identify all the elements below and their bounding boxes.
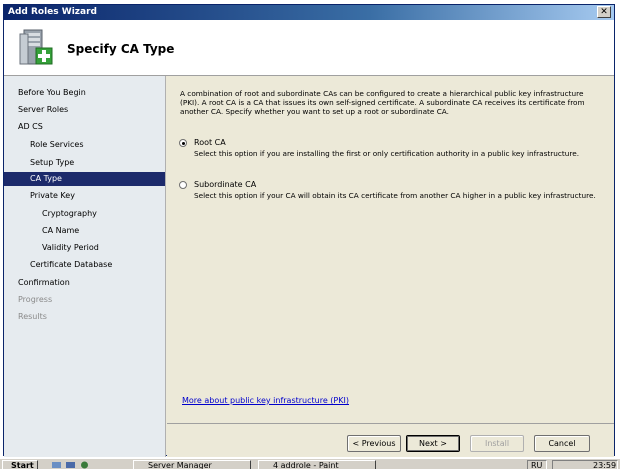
- nav-item-ad-cs[interactable]: AD CS: [18, 120, 43, 134]
- pki-help-link[interactable]: More about public key infrastructure (PK…: [182, 396, 349, 405]
- title-bar[interactable]: Add Roles Wizard ✕: [4, 5, 614, 20]
- nav-item-role-services[interactable]: Role Services: [30, 138, 84, 152]
- start-button[interactable]: Start: [2, 460, 38, 469]
- wizard-header: Specify CA Type: [4, 20, 614, 76]
- server-install-icon: [19, 29, 53, 65]
- taskbar-item-paint[interactable]: 4 addrole - Paint: [258, 460, 376, 469]
- window-title: Add Roles Wizard: [8, 7, 97, 17]
- cancel-button[interactable]: Cancel: [534, 435, 590, 452]
- system-clock: 23:59: [552, 460, 618, 469]
- nav-item-server-roles[interactable]: Server Roles: [18, 103, 68, 117]
- taskbar: Start Server Manager 4 addrole - Paint R…: [0, 458, 620, 469]
- page-title: Specify CA Type: [67, 42, 175, 56]
- taskbar-item-server-manager[interactable]: Server Manager: [133, 460, 251, 469]
- nav-item-setup-type[interactable]: Setup Type: [30, 156, 74, 170]
- nav-item-validity-period[interactable]: Validity Period: [42, 241, 99, 255]
- explorer-icon[interactable]: [66, 461, 75, 469]
- root-ca-label[interactable]: Root CA: [194, 138, 226, 147]
- main-content: A combination of root and subordinate CA…: [167, 76, 614, 423]
- root-ca-radio[interactable]: [179, 139, 187, 147]
- nav-item-before-you-begin[interactable]: Before You Begin: [18, 86, 86, 100]
- nav-item-confirmation[interactable]: Confirmation: [18, 276, 70, 290]
- nav-item-progress: Progress: [18, 295, 53, 304]
- nav-item-private-key[interactable]: Private Key: [30, 189, 75, 203]
- previous-button[interactable]: < Previous: [347, 435, 401, 452]
- show-desktop-icon[interactable]: [52, 461, 61, 469]
- wizard-footer: < Previous Next > Install Cancel: [167, 423, 614, 457]
- ca-type-description: A combination of root and subordinate CA…: [180, 89, 585, 116]
- nav-item-results: Results: [18, 312, 47, 321]
- subordinate-ca-description: Select this option if your CA will obtai…: [194, 191, 596, 200]
- nav-item-ca-type[interactable]: CA Type: [4, 172, 165, 186]
- wizard-nav: Before You Begin Server Roles AD CS Role…: [4, 76, 166, 457]
- root-ca-description: Select this option if you are installing…: [194, 149, 580, 158]
- install-button: Install: [470, 435, 524, 452]
- subordinate-ca-label[interactable]: Subordinate CA: [194, 180, 256, 189]
- subordinate-ca-radio[interactable]: [179, 181, 187, 189]
- add-roles-wizard-window: Add Roles Wizard ✕ Specify CA Type Befor…: [3, 4, 615, 457]
- nav-item-cryptography[interactable]: Cryptography: [42, 207, 97, 221]
- nav-item-certificate-database[interactable]: Certificate Database: [30, 258, 112, 272]
- radio-selected-dot: [181, 141, 185, 145]
- nav-item-ca-name[interactable]: CA Name: [42, 224, 79, 238]
- language-indicator[interactable]: RU: [527, 460, 547, 469]
- browser-icon[interactable]: [80, 461, 89, 469]
- close-button[interactable]: ✕: [597, 6, 611, 18]
- next-button[interactable]: Next >: [406, 435, 460, 452]
